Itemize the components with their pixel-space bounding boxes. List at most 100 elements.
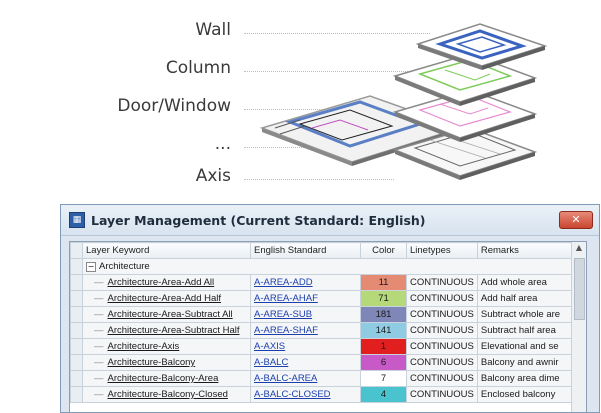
row-header (70, 290, 83, 307)
linetype-cell[interactable]: CONTINUOUS (406, 274, 478, 291)
layer-keyword-cell[interactable]: — Architecture-Area-Add All (82, 274, 251, 291)
layer-keyword: Architecture-Area-Subtract Half (107, 325, 240, 336)
layer-keyword: Architecture-Area-Add All (107, 277, 215, 288)
remarks-cell[interactable]: Elevational and se (476, 338, 576, 355)
color-cell[interactable]: 181 (360, 306, 407, 323)
layer-table: Layer Keyword English Standard Color Lin… (70, 242, 576, 403)
remarks-cell[interactable]: Balcony and awnir (476, 354, 576, 371)
english-standard-cell[interactable]: A-AREA-SHAF (250, 322, 361, 339)
layer-keyword-cell[interactable]: — Architecture-Area-Subtract Half (82, 322, 251, 339)
english-standard: A-AREA-SUB (254, 309, 313, 320)
english-standard: A-AXIS (254, 341, 286, 352)
row-header-corner (70, 242, 83, 259)
color-cell[interactable]: 1 (360, 338, 407, 355)
vertical-scrollbar[interactable]: ▲ (571, 242, 586, 412)
english-standard-cell[interactable]: A-BALC-AREA (250, 370, 361, 387)
table-row[interactable]: — Architecture-Axis A-AXIS 1 CONTINUOUS Eleva… (70, 338, 576, 355)
remarks-cell[interactable]: Enclosed balcony (476, 386, 576, 403)
remarks-cell[interactable]: Subtract half area (476, 322, 576, 339)
english-standard: A-BALC (254, 357, 289, 368)
layer-keyword: Architecture-Area-Add Half (107, 293, 222, 304)
table-row[interactable]: — Architecture-Area-Add Half A-AREA-AHAF 71… (70, 290, 576, 307)
scroll-thumb[interactable] (574, 258, 585, 320)
linetype-cell[interactable]: CONTINUOUS (406, 386, 478, 403)
remarks-cell[interactable]: Add half area (476, 290, 576, 307)
table-row[interactable]: — Architecture-Balcony-Closed A-BALC-CLOSE… (70, 386, 576, 403)
table-row[interactable]: — Architecture-Area-Subtract All A-AREA-SU… (70, 306, 576, 323)
layer-management-dialog: ▦ Layer Management (Current Standard: En… (60, 204, 600, 413)
layer-keyword-cell[interactable]: — Architecture-Balcony-Area (82, 370, 251, 387)
row-header (70, 322, 83, 339)
layer-keyword: Architecture-Axis (107, 341, 180, 352)
english-standard-cell[interactable]: A-BALC (250, 354, 361, 371)
linetype-cell[interactable]: CONTINUOUS (406, 354, 478, 371)
english-standard: A-AREA-ADD (254, 277, 313, 288)
english-standard: A-BALC-AREA (254, 373, 318, 384)
tree-connector: — (94, 325, 104, 336)
row-header (70, 386, 83, 403)
english-standard-cell[interactable]: A-AREA-ADD (250, 274, 361, 291)
linetype-cell[interactable]: CONTINUOUS (406, 306, 478, 323)
app-icon: ▦ (69, 212, 85, 228)
row-header (70, 354, 83, 371)
english-standard: A-BALC-CLOSED (254, 389, 331, 400)
layer-keyword: Architecture-Area-Subtract All (107, 309, 233, 320)
linetype-cell[interactable]: CONTINUOUS (406, 322, 478, 339)
english-standard: A-AREA-SHAF (254, 325, 318, 336)
group-row-architecture[interactable]: − Architecture (70, 258, 576, 275)
row-header (70, 338, 83, 355)
dialog-titlebar[interactable]: ▦ Layer Management (Current Standard: En… (61, 205, 599, 236)
color-cell[interactable]: 7 (360, 370, 407, 387)
scroll-up-arrow-icon[interactable]: ▲ (572, 242, 586, 254)
tree-connector: — (94, 373, 104, 384)
layer-table-container: Layer Keyword English Standard Color Lin… (69, 241, 587, 412)
remarks-cell[interactable]: Add whole area (476, 274, 576, 291)
english-standard-cell[interactable]: A-AREA-SUB (250, 306, 361, 323)
color-cell[interactable]: 6 (360, 354, 407, 371)
color-cell[interactable]: 141 (360, 322, 407, 339)
tree-connector: — (94, 357, 104, 368)
column-header-color[interactable]: Color (360, 242, 407, 259)
tree-connector: — (94, 293, 104, 304)
column-header-linetypes[interactable]: Linetypes (406, 242, 478, 259)
remarks-cell[interactable]: Balcony area dime (476, 370, 576, 387)
remarks-cell[interactable]: Subtract whole are (476, 306, 576, 323)
linetype-cell[interactable]: CONTINUOUS (406, 338, 478, 355)
english-standard: A-AREA-AHAF (254, 293, 318, 304)
floor-plan-layers-graphic (259, 23, 548, 180)
layer-keyword-cell[interactable]: — Architecture-Axis (82, 338, 251, 355)
tree-connector: — (94, 277, 104, 288)
layer-keyword-cell[interactable]: — Architecture-Balcony-Closed (82, 386, 251, 403)
column-header-layer-keyword[interactable]: Layer Keyword (82, 242, 251, 259)
color-cell[interactable]: 11 (360, 274, 407, 291)
column-header-remarks[interactable]: Remarks (476, 242, 576, 259)
dialog-title: Layer Management (Current Standard: Engl… (91, 212, 426, 228)
english-standard-cell[interactable]: A-AXIS (250, 338, 361, 355)
collapse-toggle-icon[interactable]: − (86, 262, 96, 272)
layer-keyword: Architecture-Balcony-Area (107, 373, 219, 384)
column-header-english-standard[interactable]: English Standard (250, 242, 361, 259)
table-header-row: Layer Keyword English Standard Color Lin… (70, 242, 576, 259)
layer-keyword-cell[interactable]: — Architecture-Area-Add Half (82, 290, 251, 307)
table-row[interactable]: — Architecture-Balcony A-BALC 6 CONTINUOUS Ba… (70, 354, 576, 371)
layer-stack-illustration: Wall Column Door/Window ... Axis (0, 0, 601, 200)
layer-keyword-cell[interactable]: — Architecture-Area-Subtract All (82, 306, 251, 323)
linetype-cell[interactable]: CONTINUOUS (406, 290, 478, 307)
table-row[interactable]: — Architecture-Area-Add All A-AREA-ADD 11 CO… (70, 274, 576, 291)
linetype-cell[interactable]: CONTINUOUS (406, 370, 478, 387)
tree-connector: — (94, 389, 104, 400)
color-cell[interactable]: 4 (360, 386, 407, 403)
color-cell[interactable]: 71 (360, 290, 407, 307)
table-row[interactable]: — Architecture-Area-Subtract Half A-AREA-S… (70, 322, 576, 339)
layer-keyword-cell[interactable]: — Architecture-Balcony (82, 354, 251, 371)
layer-keyword: Architecture-Balcony (107, 357, 196, 368)
row-header (70, 370, 83, 387)
tree-connector: — (94, 309, 104, 320)
tree-connector: — (94, 341, 104, 352)
english-standard-cell[interactable]: A-AREA-AHAF (250, 290, 361, 307)
row-header (70, 274, 83, 291)
close-button[interactable]: ✕ (559, 211, 593, 229)
table-row[interactable]: — Architecture-Balcony-Area A-BALC-AREA 7 CO… (70, 370, 576, 387)
group-label: Architecture (99, 261, 150, 272)
english-standard-cell[interactable]: A-BALC-CLOSED (250, 386, 361, 403)
